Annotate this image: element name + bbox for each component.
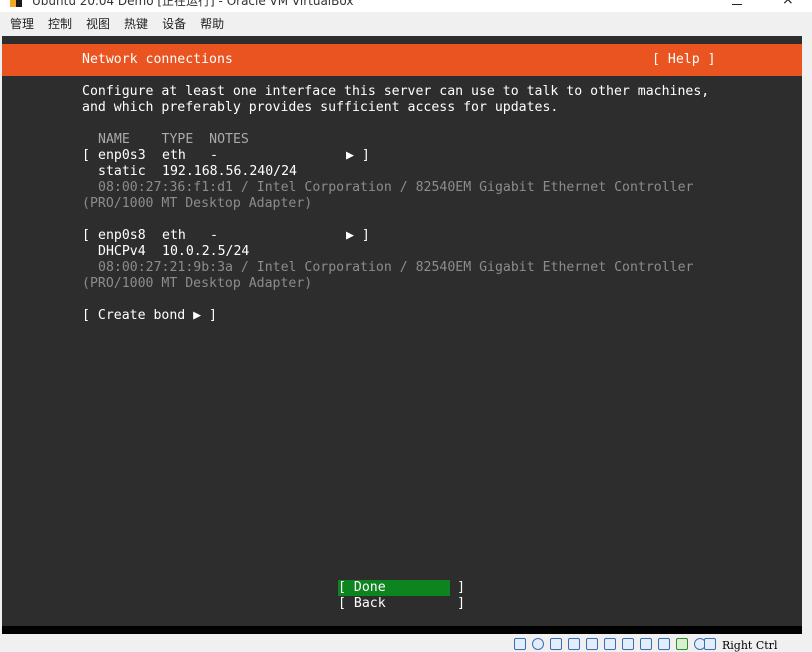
row-bracket-open: [: [82, 228, 90, 243]
interface-name: enp0s3: [98, 148, 146, 163]
shared-folder-icon[interactable]: [604, 638, 616, 650]
close-icon[interactable]: ×: [782, 0, 794, 8]
row-bracket-open: [: [82, 148, 90, 163]
window-edge: [802, 36, 812, 634]
menu-devices[interactable]: 设备: [162, 15, 186, 32]
column-headers: NAME TYPE NOTES: [98, 132, 249, 147]
hw-detail-line-2: (PRO/1000 MT Desktop Adapter): [82, 196, 313, 211]
page-title: Network connections: [82, 52, 233, 67]
vm-display-bottom-edge: [2, 626, 802, 634]
done-button[interactable]: [ Done ]: [338, 580, 465, 596]
vm-display[interactable]: Network connections [ Help ] Configure a…: [2, 36, 802, 626]
video-capture-icon[interactable]: [640, 638, 652, 650]
interface-name: enp0s8: [98, 228, 146, 243]
create-bond-button[interactable]: [ Create bond ▶ ]: [82, 308, 217, 324]
menu-control[interactable]: 控制: [48, 15, 72, 32]
status-bar: Right Ctrl: [0, 634, 812, 652]
ip-address: 192.168.56.240/24: [162, 164, 297, 179]
interface-type: eth: [162, 148, 186, 163]
window-titlebar: Ubuntu 20.04 Demo [正在运行] - Oracle VM Vir…: [0, 0, 812, 12]
mouse-integration-icon[interactable]: [658, 638, 670, 650]
virtualbox-icon: [10, 0, 22, 7]
menu-bar: 管理 控制 视图 热键 设备 帮助: [0, 12, 812, 34]
interface-menu-arrow[interactable]: ▶ ]: [346, 228, 370, 244]
interface-notes: -: [210, 228, 218, 243]
ip-address: 10.0.2.5/24: [162, 244, 250, 259]
description-line-2: and which preferably provides sufficient…: [82, 100, 559, 115]
usb-icon[interactable]: [586, 638, 598, 650]
description-line-1: Configure at least one interface this se…: [82, 84, 710, 99]
hw-detail-line-1: 08:00:27:36:f1:d1 / Intel Corporation / …: [98, 180, 694, 195]
interface-menu-arrow[interactable]: ▶ ]: [346, 148, 370, 164]
guest-additions-icon[interactable]: [676, 638, 688, 650]
menu-help[interactable]: 帮助: [200, 15, 224, 32]
back-button[interactable]: [ Back ]: [338, 596, 465, 612]
hw-detail-line-1: 08:00:27:21:9b:3a / Intel Corporation / …: [98, 260, 694, 275]
interface-notes: -: [210, 148, 218, 163]
keyboard-capture-icon[interactable]: [704, 638, 716, 650]
display-icon[interactable]: [622, 638, 634, 650]
menu-view[interactable]: 视图: [86, 15, 110, 32]
menu-hotkeys[interactable]: 热键: [124, 15, 148, 32]
host-key-label: Right Ctrl: [722, 639, 778, 652]
window-title: Ubuntu 20.04 Demo [正在运行] - Oracle VM Vir…: [32, 0, 354, 8]
menu-manage[interactable]: 管理: [10, 15, 34, 32]
minimize-icon[interactable]: [732, 4, 742, 5]
interface-type: eth: [162, 228, 186, 243]
addr-method: static: [98, 164, 146, 179]
network-icon[interactable]: [568, 638, 580, 650]
audio-icon[interactable]: [550, 638, 562, 650]
optical-drive-icon[interactable]: [532, 638, 544, 650]
help-button[interactable]: [ Help ]: [652, 52, 716, 68]
hw-detail-line-2: (PRO/1000 MT Desktop Adapter): [82, 276, 313, 291]
hard-disk-icon[interactable]: [514, 638, 526, 650]
addr-method: DHCPv4: [98, 244, 146, 259]
